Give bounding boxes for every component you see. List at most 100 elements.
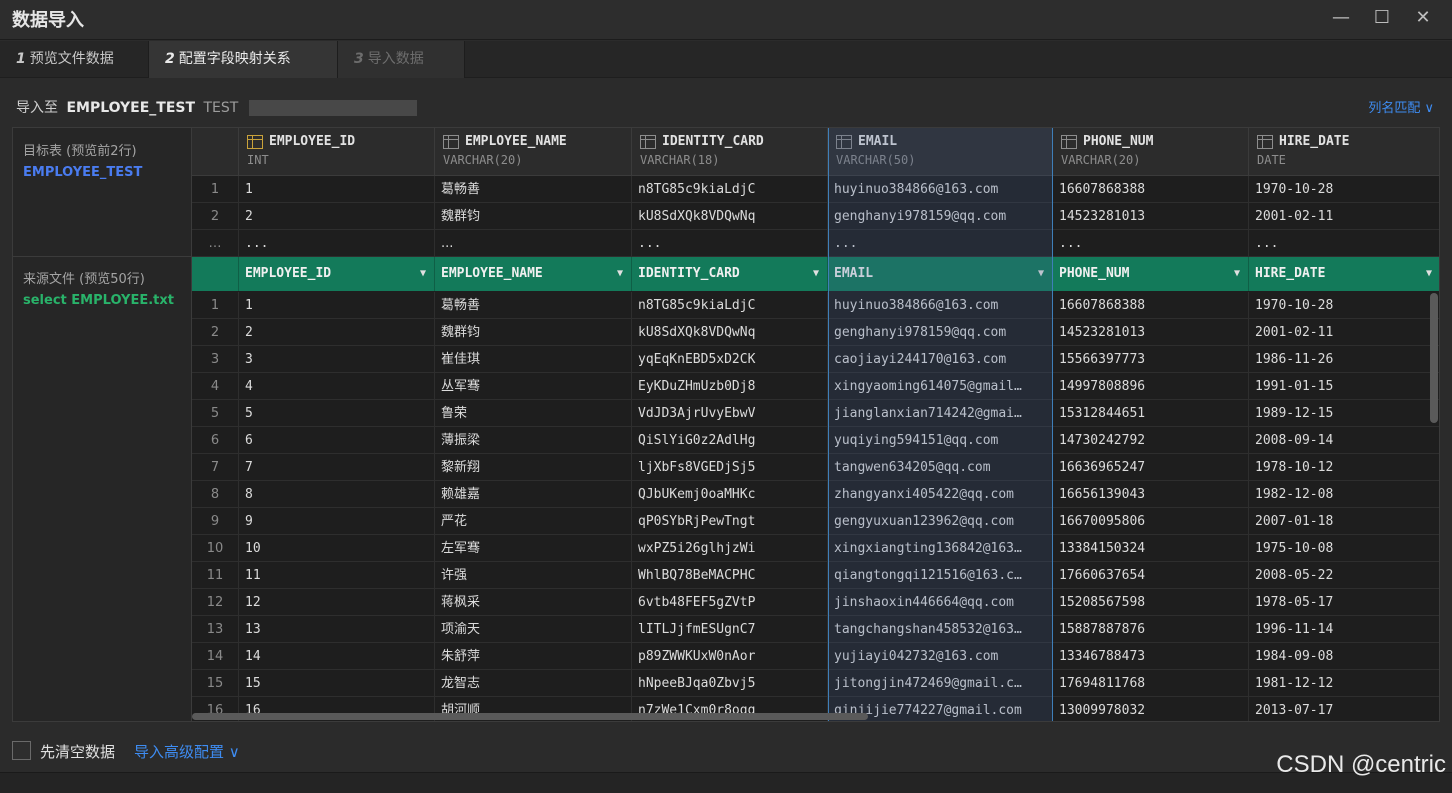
table-cell[interactable]: 16656139043 [1053,481,1249,508]
table-cell[interactable]: 1986-11-26 [1249,346,1439,373]
close-icon[interactable]: ✕ [1409,6,1437,30]
table-cell[interactable]: 13346788473 [1053,643,1249,670]
table-cell[interactable]: 2001-02-11 [1249,319,1439,346]
table-cell[interactable]: 14730242792 [1053,427,1249,454]
table-cell[interactable]: WhlBQ78BeMACPHC [632,562,828,589]
maximize-icon[interactable]: ☐ [1368,6,1396,30]
table-cell[interactable]: 16607868388 [1053,292,1249,319]
table-cell[interactable]: tangwen634205@qq.com [828,454,1053,481]
table-cell[interactable]: 13009978032 [1053,697,1249,721]
table-cell[interactable]: 16607868388 [1053,176,1249,203]
table-cell[interactable]: 蒋枫采 [435,589,632,616]
horizontal-scrollbar[interactable] [192,713,868,720]
table-cell[interactable]: 14523281013 [1053,319,1249,346]
table-cell[interactable]: 1 [239,176,435,203]
table-cell[interactable]: 严花 [435,508,632,535]
column-header-email[interactable]: EMAIL VARCHAR(50) [828,128,1053,176]
table-cell[interactable]: 17694811768 [1053,670,1249,697]
table-cell[interactable]: 17660637654 [1053,562,1249,589]
table-cell[interactable]: 龙智志 [435,670,632,697]
table-cell[interactable]: 7 [239,454,435,481]
column-header-phone-num[interactable]: PHONE_NUM VARCHAR(20) [1053,128,1249,176]
table-cell[interactable]: 1970-10-28 [1249,176,1439,203]
table-cell[interactable]: QJbUKemj0oaMHKc [632,481,828,508]
table-cell[interactable]: 葛畅善 [435,292,632,319]
clear-data-label[interactable]: 先清空数据 [40,741,115,762]
table-cell[interactable]: 2 [239,203,435,230]
table-cell[interactable]: ... [828,230,1053,257]
table-cell[interactable]: 魏群钧 [435,203,632,230]
table-cell[interactable]: genghanyi978159@qq.com [828,319,1053,346]
table-cell[interactable]: 6 [239,427,435,454]
table-cell[interactable]: 15208567598 [1053,589,1249,616]
table-cell[interactable]: 1978-10-12 [1249,454,1439,481]
table-cell[interactable]: 丛军骞 [435,373,632,400]
table-cell[interactable]: n8TG85c9kiaLdjC [632,176,828,203]
table-cell[interactable]: 1982-12-08 [1249,481,1439,508]
table-cell[interactable]: 1978-05-17 [1249,589,1439,616]
column-header-employee-id[interactable]: EMPLOYEE_ID INT [239,128,435,176]
table-cell[interactable]: yqEqKnEBD5xD2CK [632,346,828,373]
table-cell[interactable]: 15 [239,670,435,697]
table-cell[interactable]: 左军骞 [435,535,632,562]
table-cell[interactable]: lITLJjfmESUgnC7 [632,616,828,643]
table-cell[interactable]: 1970-10-28 [1249,292,1439,319]
table-cell[interactable]: jinshaoxin446664@qq.com [828,589,1053,616]
table-cell[interactable]: 葛畅善 [435,176,632,203]
mapping-select-employee-name[interactable]: EMPLOYEE_NAME ▼ [435,257,632,291]
table-cell[interactable]: 1991-01-15 [1249,373,1439,400]
table-cell[interactable]: qiangtongqi121516@163.c… [828,562,1053,589]
table-cell[interactable]: 1 [239,292,435,319]
table-cell[interactable]: jianglanxian714242@gmai… [828,400,1053,427]
table-cell[interactable]: 12 [239,589,435,616]
advanced-config-link[interactable]: 导入高级配置 ∨ [134,741,240,762]
table-cell[interactable]: 黎新翔 [435,454,632,481]
table-cell[interactable]: 2 [239,319,435,346]
table-cell[interactable]: jitongjin472469@gmail.c… [828,670,1053,697]
table-cell[interactable]: 2001-02-11 [1249,203,1439,230]
table-cell[interactable]: 1975-10-08 [1249,535,1439,562]
mapping-select-hire-date[interactable]: HIRE_DATE ▼ [1249,257,1439,291]
table-cell[interactable]: 1984-09-08 [1249,643,1439,670]
table-cell[interactable]: ... [632,230,828,257]
mapping-select-employee-id[interactable]: EMPLOYEE_ID ▼ [239,257,435,291]
table-cell[interactable]: 2008-09-14 [1249,427,1439,454]
table-cell[interactable]: huyinuo384866@163.com [828,292,1053,319]
table-cell[interactable]: EyKDuZHmUzb0Dj8 [632,373,828,400]
table-cell[interactable]: hNpeeBJqa0Zbvj5 [632,670,828,697]
table-cell[interactable]: yuqiying594151@qq.com [828,427,1053,454]
table-cell[interactable]: qP0SYbRjPewTngt [632,508,828,535]
table-cell[interactable]: 2008-05-22 [1249,562,1439,589]
clear-data-checkbox[interactable] [12,741,31,760]
table-cell[interactable]: 14 [239,643,435,670]
step-tab-preview[interactable]: 1 预览文件数据 [0,41,149,78]
table-cell[interactable]: ... [1249,230,1439,257]
table-cell[interactable]: 崔佳琪 [435,346,632,373]
table-cell[interactable]: zhangyanxi405422@qq.com [828,481,1053,508]
table-cell[interactable]: 5 [239,400,435,427]
table-cell[interactable]: 15312844651 [1053,400,1249,427]
table-cell[interactable]: 10 [239,535,435,562]
table-cell[interactable]: 11 [239,562,435,589]
table-cell[interactable]: ... [1053,230,1249,257]
mapping-select-identity-card[interactable]: IDENTITY_CARD ▼ [632,257,828,291]
table-cell[interactable]: 15566397773 [1053,346,1249,373]
table-cell[interactable]: 15887887876 [1053,616,1249,643]
table-cell[interactable]: p89ZWWKUxW0nAor [632,643,828,670]
table-cell[interactable]: kU8SdXQk8VDQwNq [632,203,828,230]
column-header-hire-date[interactable]: HIRE_DATE DATE [1249,128,1439,176]
table-cell[interactable]: yujiayi042732@163.com [828,643,1053,670]
step-tab-mapping[interactable]: 2 配置字段映射关系 [149,41,338,78]
table-cell[interactable]: 项渝天 [435,616,632,643]
vertical-scrollbar[interactable] [1430,293,1438,423]
table-cell[interactable]: VdJD3AjrUvyEbwV [632,400,828,427]
table-cell[interactable]: huyinuo384866@163.com [828,176,1053,203]
table-cell[interactable]: ... [239,230,435,257]
column-header-identity-card[interactable]: IDENTITY_CARD VARCHAR(18) [632,128,828,176]
table-cell[interactable]: 薄振梁 [435,427,632,454]
table-cell[interactable]: 2007-01-18 [1249,508,1439,535]
table-cell[interactable]: 13384150324 [1053,535,1249,562]
table-cell[interactable]: 16636965247 [1053,454,1249,481]
table-cell[interactable]: caojiayi244170@163.com [828,346,1053,373]
table-cell[interactable]: 14997808896 [1053,373,1249,400]
